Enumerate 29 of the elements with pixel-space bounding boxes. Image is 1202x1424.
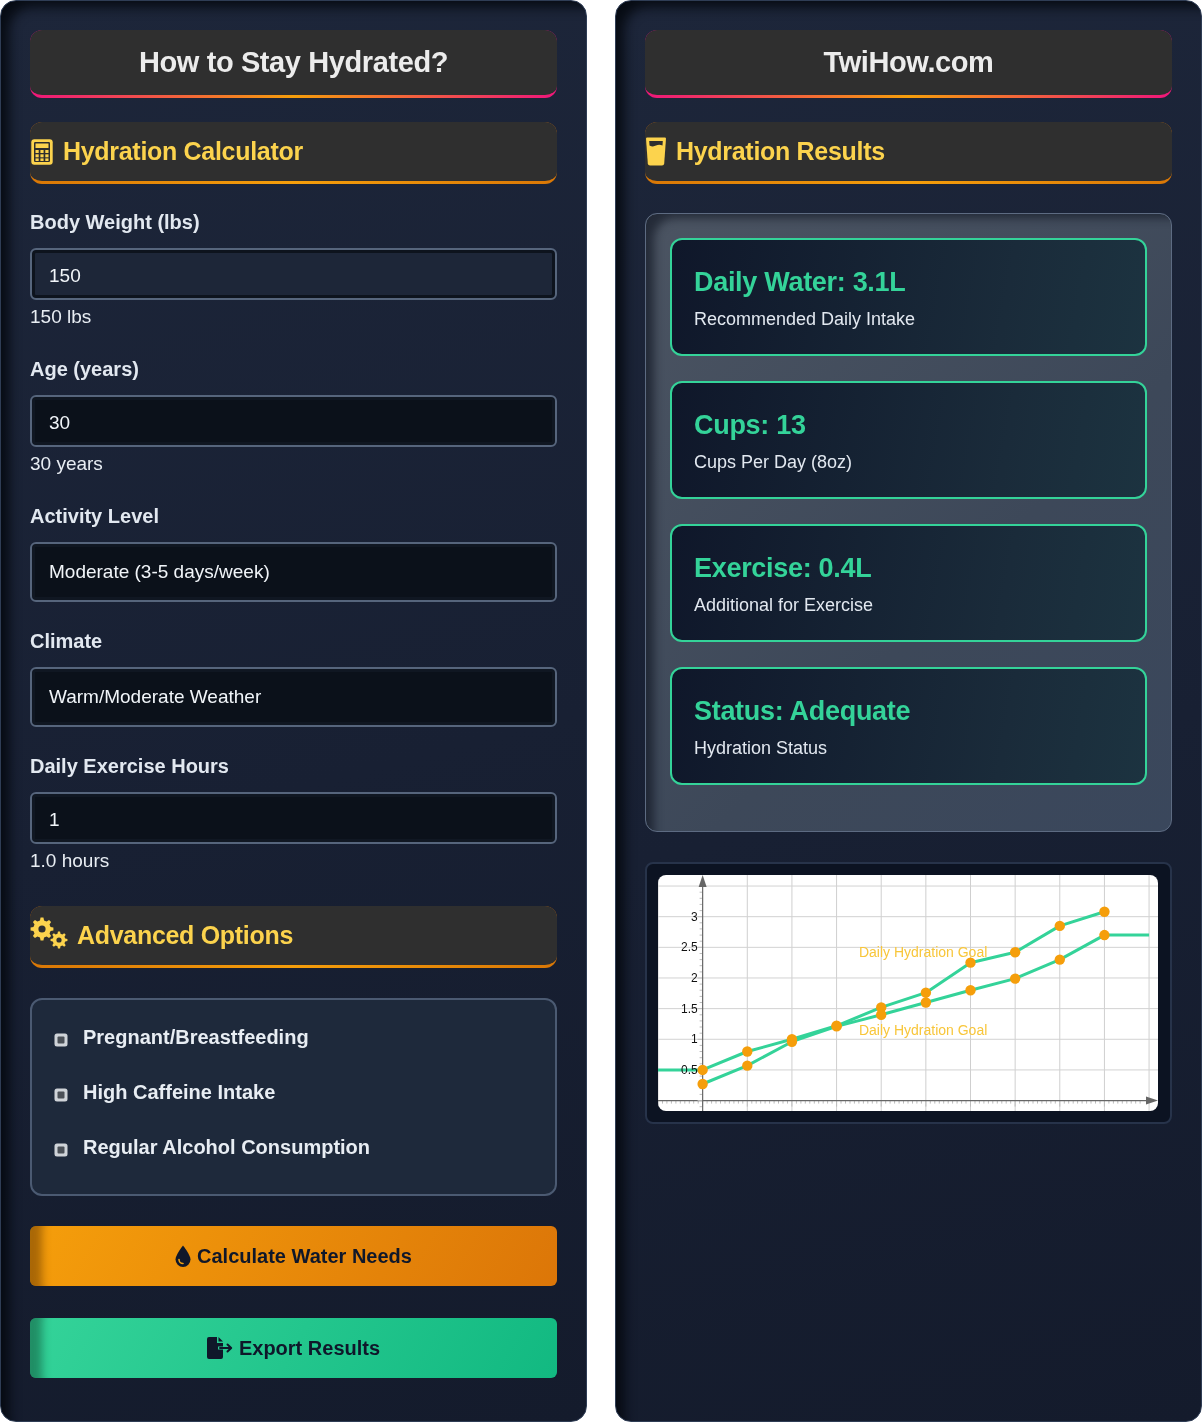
y-tick-label: 1.5 xyxy=(680,1001,698,1016)
chart-label: Daily Hydration Goal xyxy=(858,1022,988,1039)
section-title: Hydration Calculator xyxy=(63,137,303,166)
chart-label: Daily Hydration Goal xyxy=(858,944,988,961)
result-caption: Cups Per Day (8oz) xyxy=(694,451,853,473)
result-value: Daily Water: 3.1L xyxy=(694,266,906,298)
field-label: Daily Exercise Hours xyxy=(30,754,229,778)
result-caption: Hydration Status xyxy=(694,737,828,759)
site-title: TwiHow.com xyxy=(645,30,1172,98)
page-title: How to Stay Hydrated? xyxy=(30,30,557,98)
result-value: Status: Adequate xyxy=(694,695,911,727)
field-label: Climate xyxy=(30,629,103,653)
section-title: Hydration Results xyxy=(676,137,885,166)
field-label: Activity Level xyxy=(30,504,159,528)
section-title: Advanced Options xyxy=(77,921,294,950)
y-tick-label: 2 xyxy=(690,971,698,985)
y-tick-label: 3 xyxy=(690,909,698,924)
result-caption: Recommended Daily Intake xyxy=(694,308,916,330)
result-value: Exercise: 0.4L xyxy=(694,552,872,584)
y-tick-label: 1 xyxy=(690,1032,698,1047)
result-caption: Additional for Exercise xyxy=(694,594,874,616)
value-readout: 1.0 hours xyxy=(30,849,110,873)
result-value: Cups: 13 xyxy=(694,409,806,441)
y-tick-label: 2.5 xyxy=(680,940,698,955)
y-tick-label: 0.5 xyxy=(680,1062,698,1077)
field-label: Body Weight (lbs) xyxy=(30,210,200,234)
field-label: Age (years) xyxy=(30,357,139,381)
value-readout: 150 lbs xyxy=(30,305,92,329)
value-readout: 30 years xyxy=(30,452,103,476)
